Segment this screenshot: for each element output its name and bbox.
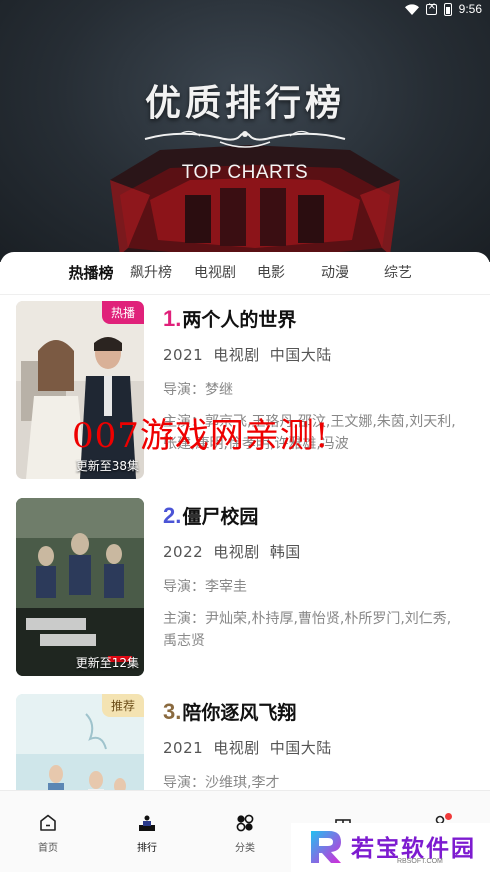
tab-anime[interactable]: 动漫 (321, 262, 349, 282)
item-director: 导演：李宰圭 (163, 579, 247, 595)
item-category: 电视剧 (213, 543, 260, 561)
item-meta: 2021 电视剧 中国大陆 (163, 344, 463, 365)
list-item[interactable]: 更新至12集 2. 僵尸校园 2022 电视剧 韩国 导演：李宰圭 主演：尹灿荣,朴… (0, 498, 490, 678)
watermark-text: 007游戏网亲测! (72, 416, 330, 456)
rank-number: 3. (163, 699, 182, 724)
hero-subtitle: TOP CHARTS (181, 162, 309, 183)
item-info: 3. 陪你逐风飞翔 2021 电视剧 中国大陆 导演：沙维琪,李才 (163, 698, 463, 792)
tab-hot[interactable]: 热播榜 (68, 262, 113, 283)
nav-category[interactable]: 分类 (215, 813, 275, 854)
tab-divider (0, 294, 490, 295)
episode-status: 更新至12集 (75, 656, 139, 670)
site-logo-watermark: 若宝软件园 RBSOFT.COM (291, 823, 490, 872)
item-year: 2022 (163, 543, 204, 561)
item-category: 电视剧 (213, 346, 260, 364)
item-year: 2021 (163, 346, 204, 364)
home-icon (40, 814, 56, 831)
category-icon (236, 814, 254, 832)
item-title[interactable]: 陪你逐风飞翔 (182, 698, 296, 725)
item-category: 电视剧 (213, 739, 260, 757)
ranking-panel: 热播榜 飙升榜 电视剧 电影 动漫 综艺 热播 更新至38集 1. 两个人的世界… (0, 252, 490, 872)
rank-number: 2. (163, 503, 182, 528)
item-title[interactable]: 两个人的世界 (182, 305, 296, 332)
rank-number: 1. (163, 306, 182, 331)
item-cast: 主演：尹灿荣,朴持厚,曹怡贤,朴所罗门,刘仁秀,禹志贤 (163, 611, 452, 649)
nav-ranking-label: 排行 (137, 843, 157, 854)
podium-decoration (110, 145, 400, 262)
item-title[interactable]: 僵尸校园 (182, 502, 258, 529)
no-sim-icon (425, 1, 437, 15)
item-director: 导演：沙维琪,李才 (163, 775, 280, 791)
logo-subtext: RBSOFT.COM (397, 858, 443, 865)
logo-icon (311, 831, 341, 863)
item-region: 中国大陆 (269, 346, 332, 364)
nav-ranking[interactable]: 排行 (117, 813, 177, 854)
battery-icon (443, 2, 452, 16)
nav-home[interactable]: 首页 (18, 813, 78, 854)
item-info: 2. 僵尸校园 2022 电视剧 韩国 导演：李宰圭 主演：尹灿荣,朴持厚,曹怡贤,… (163, 502, 463, 652)
ranking-tabs: 热播榜 飙升榜 电视剧 电影 动漫 综艺 (0, 252, 490, 292)
hero-title: 优质排行榜 (144, 83, 345, 124)
nav-home-label: 首页 (38, 843, 58, 854)
ranking-icon (139, 815, 155, 831)
recommend-badge: 推荐 (101, 694, 144, 717)
status-time: 9:56 (458, 2, 482, 16)
item-year: 2021 (163, 739, 204, 757)
item-director: 导演：梦继 (163, 382, 233, 398)
tab-variety[interactable]: 综艺 (384, 262, 412, 282)
nav-category-label: 分类 (235, 843, 255, 854)
wifi-icon (404, 3, 419, 15)
ornament-divider (144, 130, 346, 148)
tab-movie[interactable]: 电影 (257, 262, 285, 282)
item-meta: 2021 电视剧 中国大陆 (163, 737, 463, 758)
item-meta: 2022 电视剧 韩国 (163, 541, 463, 562)
hot-badge: 热播 (101, 301, 144, 324)
item-region: 韩国 (269, 543, 301, 561)
status-bar: 9:56 (0, 0, 490, 20)
notification-dot (445, 813, 452, 820)
poster-image[interactable]: 更新至12集 (16, 498, 144, 676)
episode-status: 更新至38集 (75, 459, 139, 473)
tab-tv-series[interactable]: 电视剧 (194, 262, 236, 282)
item-region: 中国大陆 (269, 739, 332, 757)
hero-banner: 9:56 优质排行榜 TOP CHARTS (0, 0, 490, 262)
tab-rising[interactable]: 飙升榜 (130, 262, 172, 282)
